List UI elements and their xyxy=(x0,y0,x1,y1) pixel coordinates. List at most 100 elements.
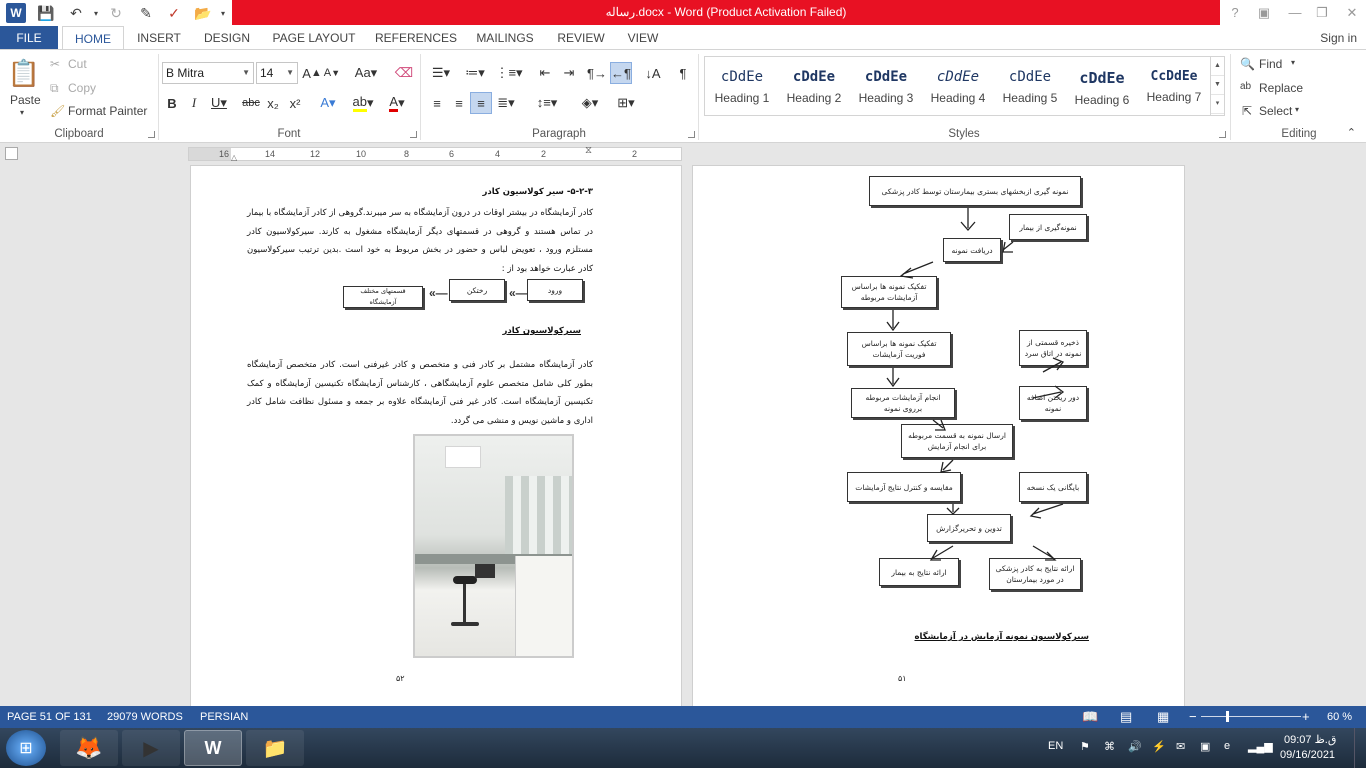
sort-icon[interactable]: ↓A xyxy=(642,62,664,84)
format-painter-icon[interactable]: 🖌 xyxy=(50,104,65,118)
ltr-direction-icon[interactable]: ¶→ xyxy=(586,62,608,84)
format-painter-button[interactable]: Format Painter xyxy=(68,104,147,118)
tray-flag-icon[interactable]: ⚑ xyxy=(1080,740,1090,753)
text-effects-icon[interactable]: A▾ xyxy=(314,92,342,114)
tab-mailings[interactable]: MAILINGS xyxy=(470,26,540,50)
shading-icon[interactable]: ◈▾ xyxy=(574,92,606,114)
style-heading-6[interactable]: cDdEe Heading 6 xyxy=(1066,58,1138,114)
undo-dropdown-icon[interactable]: ▾ xyxy=(86,3,106,23)
find-button[interactable]: Find xyxy=(1259,57,1282,71)
align-right-icon[interactable]: ≡ xyxy=(470,92,492,114)
paragraph-launcher-icon[interactable] xyxy=(688,131,695,138)
find-icon[interactable]: 🔍 xyxy=(1240,57,1255,71)
tray-battery-icon[interactable]: ▣ xyxy=(1200,740,1210,753)
select-button[interactable]: Select xyxy=(1259,104,1292,118)
select-dropdown-icon[interactable]: ▾ xyxy=(1295,105,1299,114)
paste-icon[interactable]: 📋 xyxy=(8,56,40,90)
rtl-direction-icon[interactable]: ←¶ xyxy=(610,62,632,84)
right-indent-marker[interactable]: ⧖ xyxy=(585,145,592,156)
ribbon-display-options-button[interactable]: ▣ xyxy=(1252,3,1276,23)
align-center-icon[interactable]: ≡ xyxy=(448,92,470,114)
page-count-status[interactable]: PAGE 51 OF 131 xyxy=(7,706,92,728)
line-spacing-icon[interactable]: ↕≡▾ xyxy=(530,92,564,114)
underline-icon[interactable]: U▾ xyxy=(206,92,232,114)
subscript-icon[interactable]: x₂ xyxy=(264,92,282,114)
language-status[interactable]: PERSIAN xyxy=(200,706,248,728)
style-heading-7[interactable]: CcDdEe Heading 7 xyxy=(1138,58,1210,114)
style-heading-4[interactable]: cDdEe Heading 4 xyxy=(922,58,994,114)
help-button[interactable]: ? xyxy=(1223,3,1247,23)
numbering-icon[interactable]: ≔▾ xyxy=(460,62,490,84)
start-button-icon[interactable]: ⊞ xyxy=(6,730,46,766)
bullets-icon[interactable]: ☰▾ xyxy=(426,62,456,84)
tab-design[interactable]: DESIGN xyxy=(200,26,254,50)
font-color-icon[interactable]: A ▾ xyxy=(382,92,412,114)
clock-date[interactable]: 09/16/2021 xyxy=(1280,749,1335,761)
zoom-level[interactable]: 60 % xyxy=(1327,706,1352,728)
select-icon[interactable]: ⇱ xyxy=(1242,104,1252,118)
tab-selector[interactable] xyxy=(5,147,18,160)
clear-formatting-icon[interactable]: ⌫ xyxy=(394,62,414,84)
copy-icon[interactable]: ⧉ xyxy=(50,81,59,96)
page-52[interactable]: ۵-۲-۳- سیر کولاسیون کادر کادر آزمایشگاه … xyxy=(190,165,682,706)
style-heading-3[interactable]: cDdEe Heading 3 xyxy=(850,58,922,114)
document-area[interactable]: ۵-۲-۳- سیر کولاسیون کادر کادر آزمایشگاه … xyxy=(0,165,1366,706)
highlight-color-icon[interactable]: ab ▾ xyxy=(348,92,378,114)
word-count-status[interactable]: 29079 WORDS xyxy=(107,706,183,728)
firefox-icon[interactable]: 🦊 xyxy=(60,730,118,766)
new-document-icon[interactable]: ✎ xyxy=(136,3,156,23)
word-taskbar-icon[interactable]: W xyxy=(184,730,242,766)
tray-notes-icon[interactable]: ✉ xyxy=(1176,740,1185,753)
redo-icon[interactable]: ↻ xyxy=(106,3,126,23)
font-size-combo[interactable]: 14 ▼ xyxy=(256,62,298,84)
font-name-combo[interactable]: B Mitra ▼ xyxy=(162,62,254,84)
align-left-icon[interactable]: ≡ xyxy=(426,92,448,114)
page-51[interactable]: نمونه گیری ازبخشهای بستری بیمارستان توسط… xyxy=(692,165,1185,706)
media-player-icon[interactable]: ▶ xyxy=(122,730,180,766)
save-icon[interactable]: 💾 xyxy=(36,3,56,23)
volume-icon[interactable]: 🔊 xyxy=(1128,740,1142,753)
style-heading-5[interactable]: cDdEe Heading 5 xyxy=(994,58,1066,114)
grow-font-icon[interactable]: A ▲ xyxy=(302,62,322,84)
qat-customize-icon[interactable]: ▾ xyxy=(213,3,233,23)
paste-dropdown-icon[interactable]: ▾ xyxy=(20,108,24,117)
close-button[interactable]: ✕ xyxy=(1340,3,1364,23)
italic-icon[interactable]: I xyxy=(184,92,204,114)
bold-icon[interactable]: B xyxy=(162,92,182,114)
paste-button[interactable]: Paste xyxy=(10,93,41,107)
styles-launcher-icon[interactable] xyxy=(1219,131,1226,138)
style-heading-1[interactable]: cDdEe Heading 1 xyxy=(706,58,778,114)
clock-time[interactable]: ق.ظ 09:07 xyxy=(1284,733,1336,746)
justify-icon[interactable]: ≣▾ xyxy=(492,92,520,114)
horizontal-ruler[interactable]: 16 14 12 10 8 6 4 2 2 △ ⧖ xyxy=(188,145,682,162)
style-heading-2[interactable]: cDdEe Heading 2 xyxy=(778,58,850,114)
collapse-ribbon-icon[interactable]: ⌃ xyxy=(1347,126,1356,139)
maximize-button[interactable]: ❐ xyxy=(1310,3,1334,23)
zoom-in-icon[interactable]: + xyxy=(1302,706,1310,728)
signal-icon[interactable]: ▂▄▆ xyxy=(1248,740,1273,753)
replace-icon[interactable]: ab xyxy=(1240,81,1251,92)
replace-button[interactable]: Replace xyxy=(1259,81,1303,95)
undo-icon[interactable]: ↶ xyxy=(66,3,86,23)
print-layout-icon[interactable]: ▤ xyxy=(1120,706,1132,728)
tab-file[interactable]: FILE xyxy=(0,26,58,50)
multilevel-list-icon[interactable]: ⋮≡▾ xyxy=(494,62,524,84)
zoom-out-icon[interactable]: − xyxy=(1189,706,1197,728)
tab-view[interactable]: VIEW xyxy=(620,26,666,50)
file-explorer-icon[interactable]: 📁 xyxy=(246,730,304,766)
tray-network-icon[interactable]: ⌘ xyxy=(1104,740,1115,753)
superscript-icon[interactable]: x² xyxy=(286,92,304,114)
input-language[interactable]: EN xyxy=(1048,740,1063,752)
tab-references[interactable]: REFERENCES xyxy=(374,26,458,50)
borders-icon[interactable]: ⊞▾ xyxy=(610,92,642,114)
tab-page-layout[interactable]: PAGE LAYOUT xyxy=(268,26,360,50)
web-layout-icon[interactable]: ▦ xyxy=(1157,706,1169,728)
read-mode-icon[interactable]: 📖 xyxy=(1082,706,1098,728)
styles-scroll-down-icon[interactable]: ▼ xyxy=(1211,76,1224,95)
left-indent-marker[interactable]: △ xyxy=(231,153,237,162)
minimize-button[interactable]: — xyxy=(1283,3,1307,23)
show-desktop-button[interactable] xyxy=(1354,728,1366,768)
tab-review[interactable]: REVIEW xyxy=(554,26,608,50)
copy-button[interactable]: Copy xyxy=(68,81,96,95)
decrease-indent-icon[interactable]: ⇤ xyxy=(534,62,556,84)
